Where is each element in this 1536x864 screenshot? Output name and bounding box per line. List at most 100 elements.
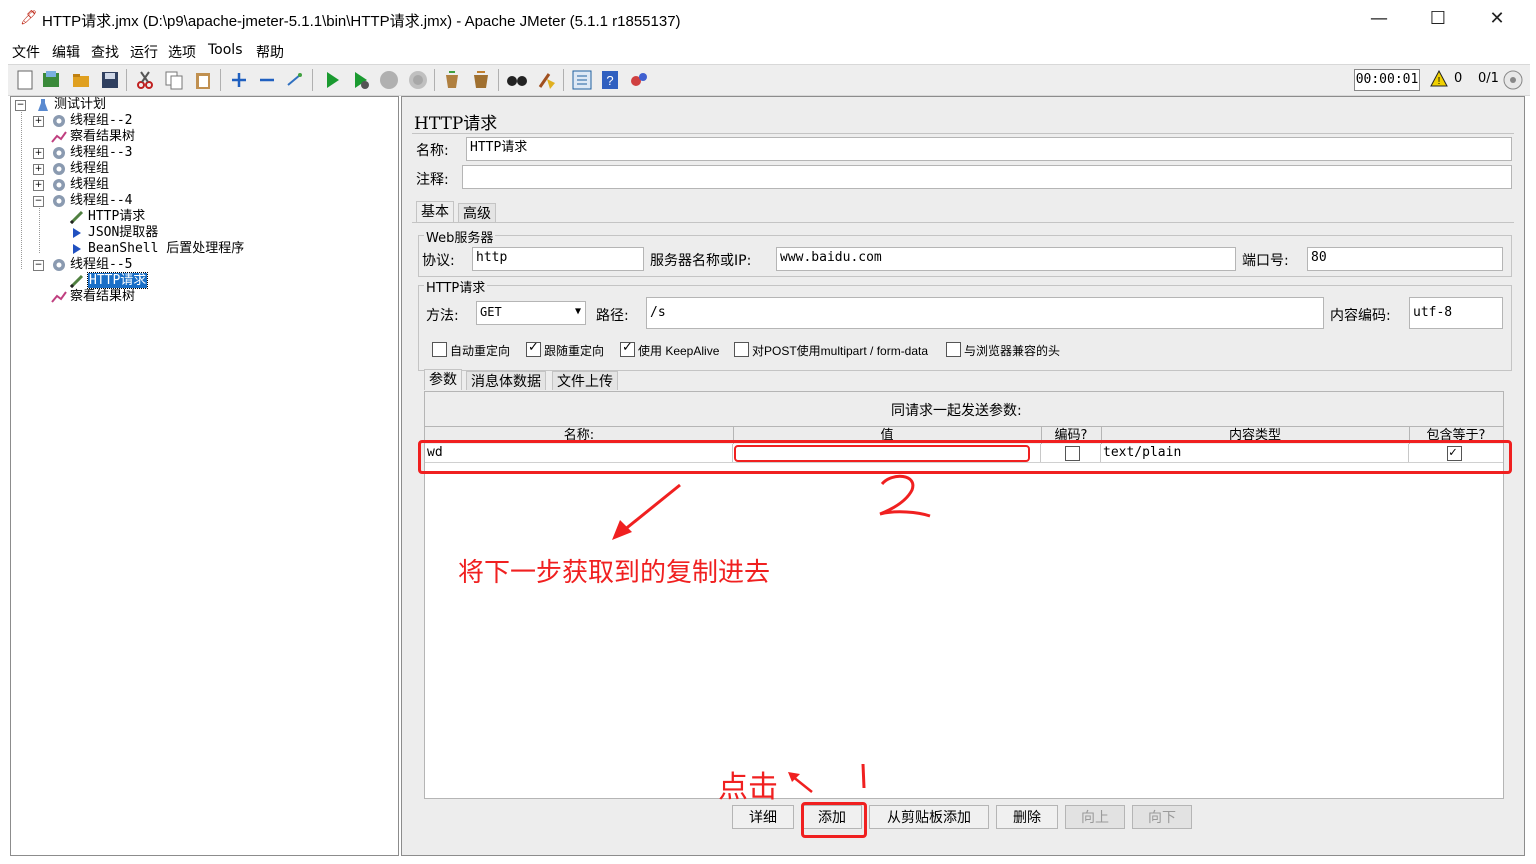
follow-redirect-label: 跟随重定向 [544,344,605,358]
reset-search-icon[interactable] [535,69,557,91]
gear-icon [53,114,65,127]
gear-icon [53,178,65,191]
encoding-field[interactable]: utf-8 [1409,297,1503,329]
click-hint-annotation: 点击 [718,770,778,805]
tree-node-results-tree-5[interactable]: 察看结果树 [51,289,135,305]
toggle-icon[interactable] [284,69,306,91]
tree-node-http-request-5[interactable]: HTTP请求 [69,272,149,289]
tab-file-upload[interactable]: 文件上传 [552,371,618,390]
window-title: HTTP请求.jmx (D:\p9\apache-jmeter-5.1.1\bi… [42,13,681,30]
gear-icon [53,258,65,271]
search-icon[interactable] [506,69,528,91]
menu-help[interactable]: 帮助 [256,42,284,62]
tree-node-http-request-4[interactable]: HTTP请求 [69,209,145,225]
keepalive-checkbox[interactable]: ✓ [620,340,635,357]
test-plan-tree: − 测试计划 + 线程组--2 察看结果树 + 线程组--3 + 线程组 + 线… [10,96,399,856]
test-plan-icon [38,98,48,111]
copy-hint-annotation: 将下一步获取到的复制进去 [458,558,771,588]
remote-icon[interactable] [628,69,650,91]
tree-node-json-extractor[interactable]: JSON提取器 [69,225,158,241]
keepalive-label: 使用 KeepAlive [638,344,720,358]
expand-all-icon[interactable] [228,69,250,91]
gear-icon [53,162,65,175]
http-request-panel: HTTP请求 名称: HTTP请求 注释: 基本 高级 Web服务器 协议: h… [401,96,1525,856]
gear-icon [53,146,65,159]
browser-headers-checkbox[interactable] [946,342,961,357]
minimize-button[interactable]: — [1356,4,1402,34]
path-label: 路径: [596,308,629,324]
close-button[interactable]: ✕ [1474,4,1520,34]
arrow-icon [73,227,81,238]
save-icon[interactable] [99,69,121,91]
step-one-annotation [861,763,866,789]
http-request-title: HTTP请求 [424,277,488,296]
panel-title: HTTP请求 [414,114,498,134]
collapse-all-icon[interactable] [256,69,278,91]
warning-count: 0 [1454,71,1463,86]
step-two-annotation [879,474,931,518]
comment-label: 注释: [416,172,449,188]
start-no-pause-icon[interactable] [349,69,371,91]
menu-file[interactable]: 文件 [12,42,40,62]
chart-icon [51,290,67,303]
server-field[interactable]: www.baidu.com [776,247,1236,271]
auto-redirect-label: 自动重定向 [450,344,511,358]
menu-tools[interactable]: Tools [208,42,243,58]
tree-label: 测试计划 [54,97,107,112]
copy-icon[interactable] [163,69,185,91]
add-from-clipboard-button[interactable]: 从剪贴板添加 [869,805,989,829]
multipart-checkbox[interactable] [734,342,749,357]
detail-button[interactable]: 详细 [732,805,794,829]
params-caption: 同请求一起发送参数: [891,403,1022,419]
name-field[interactable]: HTTP请求 [466,137,1512,161]
encoding-label: 内容编码: [1330,308,1391,324]
paste-icon[interactable] [192,69,214,91]
tab-body-data[interactable]: 消息体数据 [466,371,546,390]
path-field[interactable]: /s [646,297,1324,329]
tab-parameters[interactable]: 参数 [424,369,462,390]
add-button-annotation [801,802,867,838]
templates-icon[interactable] [40,69,62,91]
move-down-button[interactable]: 向下 [1132,805,1192,829]
move-up-button[interactable]: 向上 [1065,805,1125,829]
menu-edit[interactable]: 编辑 [52,42,80,62]
help-icon[interactable]: ? [599,69,621,91]
tree-node-results-tree[interactable]: 察看结果树 [51,129,135,145]
method-select[interactable]: GET ▼ [476,301,586,325]
warning-icon[interactable]: ! [1430,70,1448,88]
shutdown-icon[interactable] [407,69,429,91]
menu-options[interactable]: 选项 [168,42,196,62]
new-icon[interactable] [14,69,36,91]
web-server-title: Web服务器 [424,227,496,246]
clear-all-icon[interactable] [470,69,492,91]
cut-icon[interactable] [134,69,156,91]
protocol-field[interactable]: http [472,247,644,271]
function-helper-icon[interactable] [571,69,593,91]
clear-icon[interactable] [441,69,463,91]
toolbar: ? 00:00:01 ! 0 0/1 [8,64,1530,96]
comment-field[interactable] [462,165,1512,189]
jmeter-feather-icon: 🖊 [20,10,38,26]
maximize-button[interactable]: ☐ [1415,4,1461,34]
tab-basic[interactable]: 基本 [416,201,454,222]
port-field[interactable]: 80 [1307,247,1503,271]
chevron-down-icon: ▼ [574,306,581,317]
open-icon[interactable] [70,69,92,91]
protocol-label: 协议: [422,253,455,269]
red-arrow-icon [612,483,681,540]
start-icon[interactable] [321,69,343,91]
menu-search[interactable]: 查找 [91,42,119,62]
delete-button[interactable]: 删除 [996,805,1058,829]
tree-node-beanshell-postprocessor[interactable]: BeanShell 后置处理程序 [69,241,244,257]
follow-redirect-checkbox[interactable]: ✓ [526,340,541,357]
stop-icon[interactable] [378,69,400,91]
tab-advanced[interactable]: 高级 [458,203,496,222]
port-label: 端口号: [1242,253,1289,269]
gear-icon [53,194,65,207]
pencil-icon [69,210,84,224]
params-table-body: wd text/plain ✓ [425,444,1503,798]
menu-run[interactable]: 运行 [130,42,158,62]
auto-redirect-checkbox[interactable] [432,342,447,357]
svg-text:!: ! [1438,76,1441,87]
elapsed-timer: 00:00:01 [1354,69,1420,91]
